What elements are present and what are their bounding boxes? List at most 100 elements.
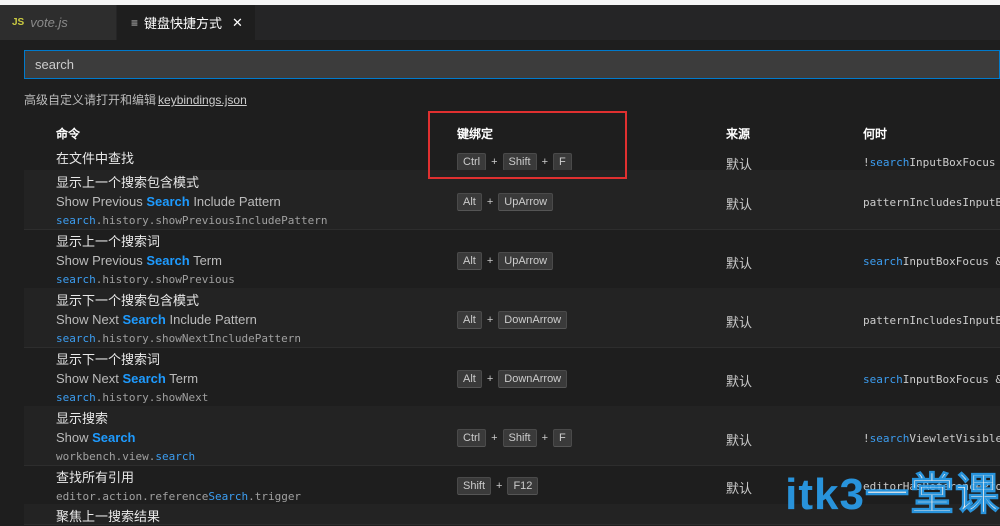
preview-file-icon: ≡ — [131, 15, 139, 30]
command-english: Show Next Search Include Pattern — [56, 310, 301, 329]
tab-keyboard-shortcuts[interactable]: ≡ 键盘快捷方式 ✕ — [117, 5, 255, 40]
keybinding-cell[interactable]: Alt + UpArrow — [457, 193, 554, 211]
table-row[interactable]: 显示上一个搜索词 Show Previous Search Term search.… — [24, 229, 1000, 289]
match-highlight: search — [56, 273, 96, 286]
text-part: Term — [189, 253, 222, 268]
plus-separator: + — [486, 196, 494, 208]
source-cell: 默认 — [726, 433, 753, 448]
watermark-cn: 一堂课 — [865, 470, 1000, 520]
text-part: patternIncludesInputBo — [863, 314, 1000, 327]
command-title: 查找所有引用 — [56, 470, 135, 485]
command-id: workbench.view.search — [56, 447, 195, 466]
when-cell: searchInputBoxFocus && — [863, 255, 1000, 268]
keybinding-cell[interactable]: Alt + DownArrow — [457, 370, 568, 388]
command-title: 显示下一个搜索词 — [56, 352, 161, 367]
keybindings-json-link[interactable]: keybindings.json — [158, 93, 247, 107]
key-cap: Ctrl — [457, 429, 487, 447]
command-title: 显示搜索 — [56, 411, 109, 426]
source-cell: 默认 — [726, 315, 753, 330]
when-cell: !searchViewletVisible — [863, 432, 1000, 445]
command-title: 显示下一个搜索包含模式 — [56, 293, 200, 308]
plus-separator: + — [486, 255, 494, 267]
command-id: search.history.showPreviousIncludePatter… — [56, 211, 328, 230]
match-highlight: Search — [122, 371, 166, 386]
command-cell: 在文件中查找 — [56, 149, 134, 168]
key-cap: DownArrow — [498, 370, 568, 388]
when-cell: searchInputBoxFocus && — [863, 373, 1000, 386]
advanced-customize-hint: 高级自定义请打开和编辑 keybindings.json — [24, 91, 247, 108]
plus-separator: + — [486, 373, 494, 385]
text-part: Include Pattern — [189, 194, 281, 209]
search-input[interactable]: search — [24, 50, 1000, 79]
key-cap: Alt — [457, 252, 482, 270]
match-highlight: Search — [92, 430, 136, 445]
match-highlight: Search — [146, 253, 190, 268]
text-part: ! — [863, 432, 870, 445]
text-part: Include Pattern — [165, 312, 257, 327]
key-cap: UpArrow — [498, 252, 554, 270]
command-cell: 显示搜索 Show Search workbench.view.search — [56, 409, 195, 466]
text-part: workbench.view. — [56, 450, 156, 463]
plus-separator: + — [491, 432, 498, 444]
text-part: .history.showPrevious — [95, 273, 235, 286]
match-highlight: search — [863, 255, 903, 268]
command-title: 显示上一个搜索词 — [56, 234, 161, 249]
text-part: Term — [165, 371, 199, 386]
command-cell: 显示上一个搜索包含模式 Show Previous Search Include … — [56, 173, 328, 230]
hint-text: 高级自定义请打开和编辑 — [24, 93, 157, 107]
command-id: search.history.showNext — [56, 388, 208, 407]
keybinding-cell[interactable]: Alt + UpArrow — [457, 252, 554, 270]
command-title: 显示上一个搜索包含模式 — [56, 175, 200, 190]
command-cell: 显示下一个搜索包含模式 Show Next Search Include Patt… — [56, 291, 301, 348]
match-highlight: search — [869, 432, 910, 445]
highlight-annotation-box — [428, 111, 627, 179]
text-part: .history.showNextIncludePattern — [95, 332, 302, 345]
keybinding-cell[interactable]: Shift + F12 — [457, 477, 539, 495]
command-id: search.history.showNextIncludePattern — [56, 329, 301, 348]
key-cap: Shift — [502, 429, 537, 447]
match-highlight: search — [869, 156, 910, 169]
header-command[interactable]: 命令 — [56, 125, 80, 142]
plus-separator: + — [541, 432, 548, 444]
table-row[interactable]: 显示搜索 Show Search workbench.view.search Ctrl… — [24, 406, 1000, 466]
key-cap: F12 — [507, 477, 539, 495]
table-row[interactable]: 显示下一个搜索词 Show Next Search Term search.hist… — [24, 347, 1000, 407]
command-id: search.history.showPrevious — [56, 270, 235, 289]
plus-separator: + — [486, 314, 494, 326]
text-part: Show Next — [56, 312, 123, 327]
text-part: ViewletVisible — [909, 432, 1000, 445]
close-icon[interactable]: ✕ — [232, 15, 243, 31]
keybinding-cell[interactable]: Ctrl + Shift + F — [457, 429, 572, 447]
tab-label: 键盘快捷方式 — [144, 16, 223, 31]
text-part: InputBoxFocus && — [902, 373, 1000, 386]
match-highlight: Search — [146, 194, 190, 209]
text-part: .trigger — [248, 490, 302, 503]
source-cell: 默认 — [726, 256, 753, 271]
command-title: 在文件中查找 — [56, 151, 135, 166]
key-cap: Alt — [457, 311, 482, 329]
text-part: patternIncludesInputBo — [863, 196, 1000, 209]
command-cell: 聚焦上一搜索结果 — [56, 507, 160, 526]
table-row[interactable]: 显示下一个搜索包含模式 Show Next Search Include Patt… — [24, 288, 1000, 348]
text-part: .history.showNext — [95, 391, 209, 404]
key-cap: DownArrow — [498, 311, 568, 329]
header-when[interactable]: 何时 — [863, 125, 887, 142]
command-english: Show Previous Search Term — [56, 251, 235, 270]
match-highlight: search — [56, 391, 96, 404]
match-highlight: search — [56, 332, 96, 345]
header-source[interactable]: 来源 — [726, 125, 750, 142]
table-row[interactable]: 显示上一个搜索包含模式 Show Previous Search Include … — [24, 170, 1000, 230]
source-cell: 默认 — [726, 481, 753, 496]
key-cap: Shift — [457, 477, 492, 495]
text-part: Show Previous — [56, 194, 147, 209]
command-english: Show Search — [56, 428, 195, 447]
plus-separator: + — [496, 480, 503, 492]
tab-bar: JS vote.js ≡ 键盘快捷方式 ✕ — [0, 5, 1000, 40]
text-part: editor.action.reference — [56, 490, 209, 503]
key-cap: Alt — [457, 193, 482, 211]
text-part: ! — [863, 156, 870, 169]
tab-vote-js[interactable]: JS vote.js — [0, 5, 116, 40]
text-part: Show — [56, 430, 93, 445]
keybinding-cell[interactable]: Alt + DownArrow — [457, 311, 568, 329]
js-file-icon: JS — [12, 17, 25, 28]
